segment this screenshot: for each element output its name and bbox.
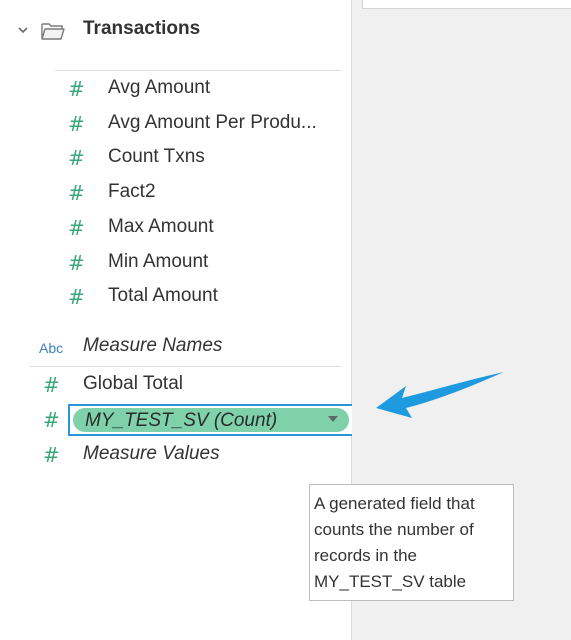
field-label: Total Amount [108, 285, 218, 306]
folder-open-icon [41, 23, 65, 40]
field-row-measure-values[interactable]: # Measure Values [0, 440, 340, 472]
field-label: Min Amount [108, 251, 209, 272]
field-row-max-amount[interactable]: # Max Amount [0, 213, 340, 245]
field-row-total-amount[interactable]: # Total Amount [0, 282, 340, 314]
tooltip-line: counts the number of [314, 520, 474, 539]
tooltip-line: records in the [314, 546, 417, 565]
divider [55, 70, 341, 71]
field-label: Measure Values [83, 443, 220, 464]
folder-header-transactions[interactable]: Transactions [0, 14, 340, 46]
measure-hash-icon: # [68, 77, 85, 101]
field-row-my-test-sv-count[interactable]: # [0, 405, 60, 437]
measure-hash-icon: # [68, 216, 85, 240]
field-row-count-txns[interactable]: # Count Txns [0, 143, 340, 175]
selected-field-pill[interactable]: MY_TEST_SV (Count) [73, 408, 349, 432]
field-label: Fact2 [108, 181, 156, 202]
field-tooltip: A generated field that counts the number… [309, 484, 514, 601]
measure-hash-icon: # [43, 373, 60, 397]
field-label: Count Txns [108, 146, 205, 167]
folder-title: Transactions [83, 18, 201, 39]
chevron-down-icon[interactable] [16, 23, 30, 37]
selected-field-my-test-sv-count[interactable]: MY_TEST_SV (Count) [68, 404, 355, 436]
field-row-min-amount[interactable]: # Min Amount [0, 248, 340, 280]
measure-hash-icon: # [68, 251, 85, 275]
annotation-arrow-icon [376, 372, 504, 418]
field-row-avg-amount[interactable]: # Avg Amount [0, 74, 340, 106]
field-label: MY_TEST_SV (Count) [85, 410, 278, 431]
field-label: Avg Amount [108, 77, 211, 98]
string-type-badge: Abc [39, 340, 64, 356]
field-row-avg-amount-per-product[interactable]: # Avg Amount Per Produ... [0, 109, 340, 141]
canvas-card [362, 0, 571, 9]
tooltip-line: A generated field that [314, 494, 475, 513]
measure-hash-icon: # [68, 285, 85, 309]
field-label: Max Amount [108, 216, 214, 237]
measure-hash-icon: # [43, 443, 60, 467]
field-row-global-total[interactable]: # Global Total [0, 370, 340, 402]
caret-down-icon[interactable] [328, 416, 338, 422]
measure-hash-icon: # [68, 112, 85, 136]
field-row-measure-names[interactable]: Abc Measure Names [0, 332, 340, 364]
measure-hash-icon: # [68, 146, 85, 170]
field-label: Avg Amount Per Produ... [108, 112, 317, 133]
field-row-fact2[interactable]: # Fact2 [0, 178, 340, 210]
field-label: Global Total [83, 373, 183, 394]
tooltip-line: MY_TEST_SV table [314, 572, 467, 591]
field-label: Measure Names [83, 335, 223, 356]
measure-hash-icon: # [43, 408, 60, 432]
divider [30, 366, 341, 367]
measure-hash-icon: # [68, 181, 85, 205]
data-pane: Transactions # Avg Amount # Avg Amount P… [0, 0, 352, 640]
